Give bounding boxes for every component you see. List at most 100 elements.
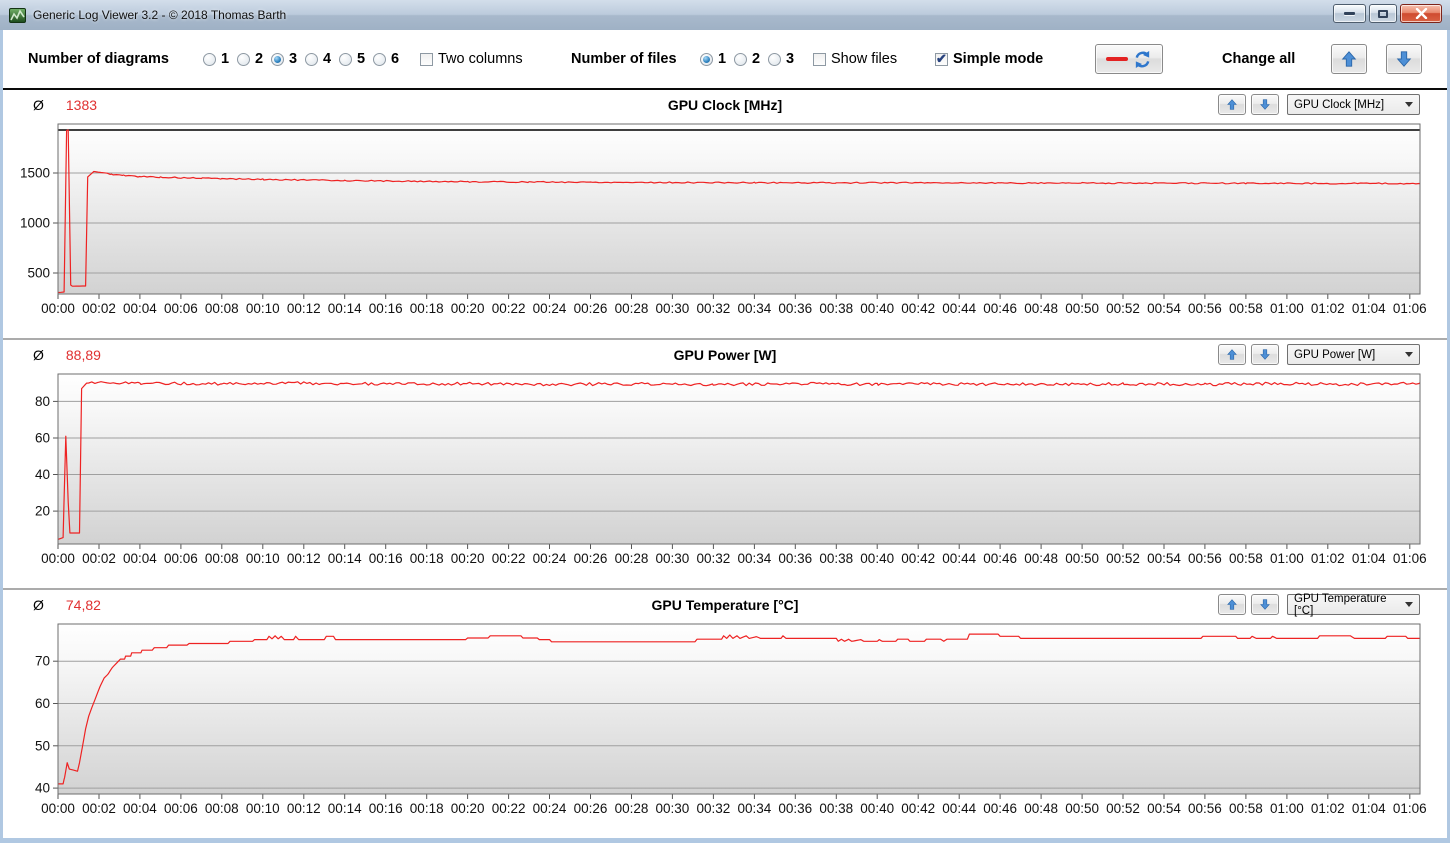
svg-text:00:48: 00:48 bbox=[1024, 551, 1058, 566]
app-icon bbox=[9, 8, 26, 23]
svg-text:00:18: 00:18 bbox=[410, 551, 444, 566]
svg-text:00:58: 00:58 bbox=[1229, 551, 1263, 566]
svg-text:70: 70 bbox=[35, 654, 50, 669]
move-chart-up-button[interactable] bbox=[1218, 94, 1246, 115]
svg-text:00:04: 00:04 bbox=[123, 801, 157, 816]
reset-zoom-button[interactable] bbox=[1095, 44, 1163, 74]
svg-text:00:34: 00:34 bbox=[738, 801, 772, 816]
arrow-down-icon bbox=[1395, 50, 1413, 68]
svg-text:00:32: 00:32 bbox=[697, 801, 731, 816]
svg-text:00:12: 00:12 bbox=[287, 801, 321, 816]
svg-text:01:04: 01:04 bbox=[1352, 551, 1386, 566]
svg-text:01:00: 01:00 bbox=[1270, 551, 1304, 566]
chart-title: GPU Temperature [°C] bbox=[652, 597, 799, 613]
svg-text:00:42: 00:42 bbox=[901, 301, 935, 316]
move-chart-down-button[interactable] bbox=[1251, 94, 1279, 115]
svg-text:00:50: 00:50 bbox=[1065, 301, 1099, 316]
svg-text:00:26: 00:26 bbox=[574, 301, 608, 316]
svg-text:00:52: 00:52 bbox=[1106, 551, 1140, 566]
arrow-up-icon bbox=[1226, 98, 1238, 111]
svg-text:00:38: 00:38 bbox=[819, 301, 853, 316]
svg-text:00:34: 00:34 bbox=[738, 301, 772, 316]
move-chart-down-button[interactable] bbox=[1251, 344, 1279, 365]
svg-text:01:02: 01:02 bbox=[1311, 551, 1345, 566]
diagrams-radio-3[interactable]: 3 bbox=[271, 51, 297, 67]
move-chart-down-button[interactable] bbox=[1251, 594, 1279, 615]
svg-text:80: 80 bbox=[35, 394, 50, 409]
show-files-checkbox[interactable]: Show files bbox=[813, 51, 897, 67]
svg-text:00:14: 00:14 bbox=[328, 301, 362, 316]
svg-text:00:40: 00:40 bbox=[860, 551, 894, 566]
signal-select[interactable]: GPU Clock [MHz] bbox=[1287, 94, 1420, 115]
svg-text:00:08: 00:08 bbox=[205, 551, 239, 566]
app-window: Generic Log Viewer 3.2 - © 2018 Thomas B… bbox=[0, 0, 1450, 843]
average-symbol: Ø bbox=[33, 347, 44, 363]
arrow-down-icon bbox=[1259, 348, 1271, 361]
svg-text:01:04: 01:04 bbox=[1352, 301, 1386, 316]
svg-text:00:22: 00:22 bbox=[492, 301, 526, 316]
window-title: Generic Log Viewer 3.2 - © 2018 Thomas B… bbox=[33, 8, 286, 22]
signal-select[interactable]: GPU Temperature [°C] bbox=[1287, 594, 1420, 615]
svg-text:01:06: 01:06 bbox=[1393, 301, 1427, 316]
files-label: Number of files bbox=[571, 51, 677, 67]
diagrams-radio-5[interactable]: 5 bbox=[339, 51, 365, 67]
svg-text:00:04: 00:04 bbox=[123, 301, 157, 316]
svg-text:00:10: 00:10 bbox=[246, 551, 280, 566]
svg-text:00:24: 00:24 bbox=[533, 801, 567, 816]
files-radio-3[interactable]: 3 bbox=[768, 51, 794, 67]
maximize-icon bbox=[1378, 10, 1388, 18]
svg-text:00:44: 00:44 bbox=[942, 801, 976, 816]
svg-text:00:18: 00:18 bbox=[410, 301, 444, 316]
diagrams-radio-2[interactable]: 2 bbox=[237, 51, 263, 67]
files-radio-2[interactable]: 2 bbox=[734, 51, 760, 67]
svg-text:00:16: 00:16 bbox=[369, 801, 403, 816]
svg-text:00:40: 00:40 bbox=[860, 801, 894, 816]
svg-text:500: 500 bbox=[27, 266, 50, 281]
svg-text:00:44: 00:44 bbox=[942, 551, 976, 566]
svg-text:00:20: 00:20 bbox=[451, 301, 485, 316]
svg-text:01:02: 01:02 bbox=[1311, 301, 1345, 316]
svg-text:01:06: 01:06 bbox=[1393, 801, 1427, 816]
svg-text:00:36: 00:36 bbox=[778, 551, 812, 566]
svg-text:00:58: 00:58 bbox=[1229, 801, 1263, 816]
svg-text:00:28: 00:28 bbox=[615, 301, 649, 316]
change-all-down-button[interactable] bbox=[1386, 44, 1422, 74]
diagrams-radio-4[interactable]: 4 bbox=[305, 51, 331, 67]
svg-text:00:02: 00:02 bbox=[82, 301, 116, 316]
signal-select[interactable]: GPU Power [W] bbox=[1287, 344, 1420, 365]
svg-text:60: 60 bbox=[35, 431, 50, 446]
simple-mode-checkbox[interactable]: Simple mode bbox=[935, 51, 1043, 67]
svg-text:00:24: 00:24 bbox=[533, 301, 567, 316]
svg-text:00:30: 00:30 bbox=[656, 801, 690, 816]
maximize-button[interactable] bbox=[1369, 4, 1397, 23]
move-chart-up-button[interactable] bbox=[1218, 594, 1246, 615]
line-chart: 2040608000:0000:0200:0400:0600:0800:1000… bbox=[3, 370, 1447, 588]
svg-text:00:56: 00:56 bbox=[1188, 801, 1222, 816]
diagrams-radio-6[interactable]: 6 bbox=[373, 51, 399, 67]
two-columns-checkbox[interactable]: Two columns bbox=[420, 51, 523, 67]
diagrams-label: Number of diagrams bbox=[28, 51, 169, 67]
svg-text:1000: 1000 bbox=[20, 216, 50, 231]
svg-text:00:32: 00:32 bbox=[697, 301, 731, 316]
close-button[interactable] bbox=[1400, 4, 1442, 23]
close-icon bbox=[1415, 8, 1428, 19]
arrow-up-icon bbox=[1226, 598, 1238, 611]
svg-text:00:10: 00:10 bbox=[246, 301, 280, 316]
svg-text:00:16: 00:16 bbox=[369, 301, 403, 316]
svg-text:00:18: 00:18 bbox=[410, 801, 444, 816]
title-bar: Generic Log Viewer 3.2 - © 2018 Thomas B… bbox=[0, 0, 1450, 30]
svg-text:00:30: 00:30 bbox=[656, 551, 690, 566]
diagrams-radio-1[interactable]: 1 bbox=[203, 51, 229, 67]
svg-text:00:42: 00:42 bbox=[901, 801, 935, 816]
minimize-icon bbox=[1344, 12, 1355, 15]
svg-text:00:48: 00:48 bbox=[1024, 301, 1058, 316]
svg-text:00:40: 00:40 bbox=[860, 301, 894, 316]
files-radio-1[interactable]: 1 bbox=[700, 51, 726, 67]
svg-text:40: 40 bbox=[35, 467, 50, 482]
svg-text:00:24: 00:24 bbox=[533, 551, 567, 566]
minimize-button[interactable] bbox=[1333, 4, 1366, 23]
move-chart-up-button[interactable] bbox=[1218, 344, 1246, 365]
change-all-up-button[interactable] bbox=[1331, 44, 1367, 74]
refresh-icon bbox=[1133, 50, 1152, 69]
svg-text:00:28: 00:28 bbox=[615, 551, 649, 566]
